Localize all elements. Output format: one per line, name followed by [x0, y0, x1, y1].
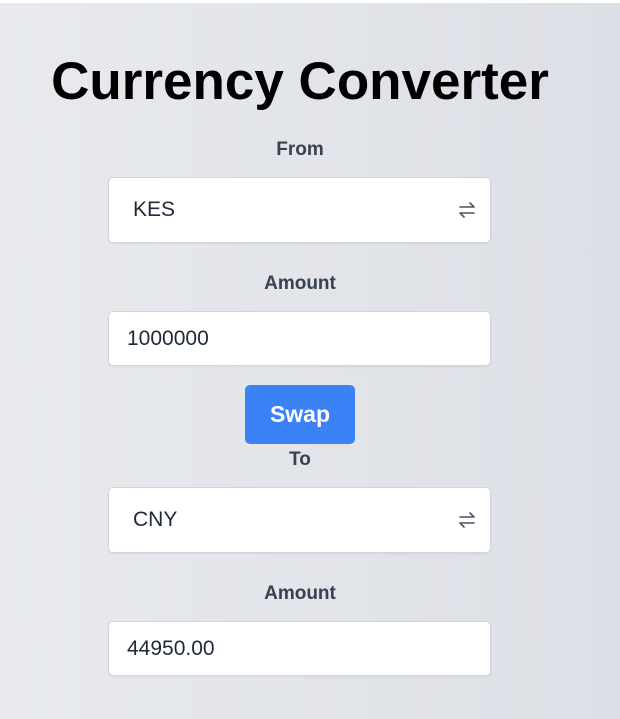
to-currency-select[interactable]: CNY — [108, 487, 491, 553]
to-amount-input[interactable]: 44950.00 — [108, 621, 491, 676]
from-amount-value: 1000000 — [127, 327, 209, 350]
from-amount-input[interactable]: 1000000 — [108, 311, 491, 366]
from-currency-select[interactable]: KES — [108, 177, 491, 243]
from-label: From — [276, 139, 324, 160]
from-currency-value: KES — [133, 198, 176, 221]
page-title: Currency Converter — [51, 52, 549, 111]
to-amount-value: 44950.00 — [127, 637, 215, 660]
swap-button[interactable]: Swap — [245, 385, 355, 444]
swap-arrows-icon — [459, 202, 475, 218]
to-amount-label: Amount — [264, 583, 336, 604]
swap-arrows-icon — [459, 512, 475, 528]
to-currency-value: CNY — [133, 508, 178, 531]
to-label: To — [289, 449, 311, 470]
converter-panel: Currency Converter From KES Amount 10000… — [0, 3, 620, 719]
from-amount-label: Amount — [264, 273, 336, 294]
